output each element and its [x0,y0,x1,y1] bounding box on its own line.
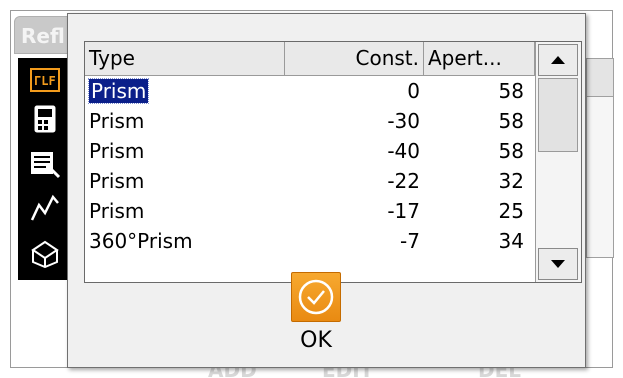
svg-text:ΓLF: ΓLF [34,74,56,88]
arrow-up-icon [551,56,565,64]
column-header-apert[interactable]: Apert... [424,42,535,75]
row-apert: 58 [498,109,524,133]
list-row[interactable]: Prism -22 32 [85,166,535,196]
arrow-down-icon [551,260,565,268]
column-header-const[interactable]: Const. [285,42,424,75]
list-scrollbar[interactable] [535,42,581,282]
edit-list-icon[interactable] [22,146,68,182]
list-row[interactable]: Prism -30 58 [85,106,535,136]
ok-icon-box [291,272,341,322]
list-row[interactable]: Prism -17 25 [85,196,535,226]
list-row[interactable]: 360°Prism -7 34 [85,226,535,256]
row-const: 0 [407,79,420,103]
scroll-thumb[interactable] [538,78,578,152]
column-header-type[interactable]: Type [85,42,285,75]
checkmark-circle-icon [298,279,334,315]
background-sidebar: ΓLF [18,58,72,280]
ok-button[interactable]: OK [287,272,345,367]
row-type: Prism [89,169,145,193]
row-apert: 58 [498,79,524,103]
row-type: Prism [87,78,150,104]
row-apert: 32 [498,169,524,193]
row-type: 360°Prism [89,229,193,253]
row-type: Prism [89,199,145,223]
scroll-down-button[interactable] [538,248,578,280]
row-const: -17 [387,199,420,223]
survey-graph-icon[interactable] [22,190,68,226]
rangefinder-icon[interactable]: ΓLF [22,62,68,98]
prism-box-icon[interactable] [22,234,68,270]
row-const: -30 [387,109,420,133]
row-type: Prism [89,139,145,163]
ok-button-label: OK [300,328,332,353]
row-apert: 34 [498,229,524,253]
row-type: Prism [89,109,145,133]
reflector-select-dialog: Type Const. Apert... Prism 0 58 Prism -3… [67,13,586,368]
list-row[interactable]: Prism -40 58 [85,136,535,166]
list-row[interactable]: Prism 0 58 [85,76,535,106]
reflector-list[interactable]: Type Const. Apert... Prism 0 58 Prism -3… [84,41,582,283]
row-apert: 58 [498,139,524,163]
row-const: -7 [400,229,420,253]
screen: Refl ΓLF ADD EDIT DEL Type Const. Apert.… [0,0,623,378]
scroll-up-button[interactable] [538,44,578,76]
background-right-panel [586,58,614,258]
list-header: Type Const. Apert... [85,42,535,76]
row-apert: 25 [498,199,524,223]
instrument-icon[interactable] [22,102,68,138]
row-const: -22 [387,169,420,193]
row-const: -40 [387,139,420,163]
list-rows: Prism 0 58 Prism -30 58 Prism -40 58 Pri… [85,76,535,256]
background-right-header [587,59,613,97]
